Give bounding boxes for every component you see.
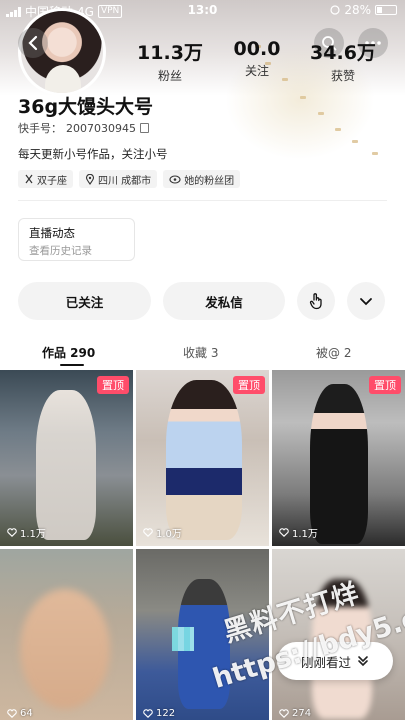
double-chevron-down-icon	[358, 656, 368, 667]
following-count: 00.0	[233, 38, 281, 60]
heart-icon	[7, 528, 17, 537]
tile-likes: 1.1万	[7, 525, 46, 540]
pinned-badge: 置顶	[233, 376, 265, 394]
video-tile[interactable]: 置顶 1.0万	[136, 370, 269, 546]
profile-tabs: 作品 290 收藏 3 被@ 2	[0, 338, 405, 366]
kuaishou-id-label: 快手号：	[18, 122, 62, 135]
kuaishou-id[interactable]: 快手号： 2007030945	[18, 120, 149, 136]
hand-pointer-icon	[309, 293, 322, 310]
sparkle-decoration	[352, 140, 358, 143]
video-tile[interactable]: 64	[0, 549, 133, 720]
profile-tags: 双子座 四川 成都市 她的粉丝团	[18, 170, 241, 188]
fans-group-icon	[169, 174, 181, 184]
sparkle-decoration	[318, 112, 324, 115]
tag-label: 双子座	[37, 175, 67, 187]
stat-following[interactable]: 00.0 关注	[217, 38, 297, 79]
heart-icon	[143, 709, 153, 718]
following-label: 关注	[244, 64, 269, 78]
tag-zodiac: 双子座	[18, 170, 73, 188]
stat-likes[interactable]: 34.6万 获赞	[303, 38, 383, 84]
tag-fans-group[interactable]: 她的粉丝团	[163, 170, 241, 188]
stat-fans[interactable]: 11.3万 粉丝	[130, 38, 210, 84]
video-tile[interactable]: 122	[136, 549, 269, 720]
followed-button[interactable]: 已关注	[18, 282, 151, 320]
chevron-down-icon	[360, 298, 372, 306]
gesture-button[interactable]	[297, 282, 335, 320]
expand-button[interactable]	[347, 282, 385, 320]
tab-tagged[interactable]: 被@ 2	[316, 344, 351, 361]
username: 36g大馒头大号	[18, 96, 154, 118]
tile-likes-count: 1.0万	[156, 529, 182, 540]
live-card-title: 直播动态	[29, 226, 75, 240]
divider	[18, 200, 387, 201]
message-button[interactable]: 发私信	[163, 282, 285, 320]
fans-label: 粉丝	[157, 69, 182, 83]
heart-icon	[7, 709, 17, 718]
heart-icon	[279, 528, 289, 537]
kuaishou-id-value: 2007030945	[66, 121, 136, 135]
tile-likes-count: 64	[20, 708, 33, 719]
tile-likes: 1.1万	[279, 525, 318, 540]
zodiac-icon	[25, 174, 33, 184]
battery-icon	[375, 5, 397, 15]
sparkle-decoration	[300, 96, 306, 99]
video-tile[interactable]: 置顶 1.1万	[0, 370, 133, 546]
sparkle-decoration	[335, 128, 341, 131]
tag-label: 她的粉丝团	[184, 175, 235, 187]
tile-likes: 64	[7, 708, 33, 719]
tile-likes-count: 122	[156, 708, 176, 719]
fans-count: 11.3万	[137, 42, 203, 64]
recently-viewed-label: 刚刚看过	[300, 654, 351, 670]
tile-likes: 1.0万	[143, 525, 182, 540]
tab-works[interactable]: 作品 290	[42, 344, 95, 361]
mosaic-blur	[172, 627, 194, 651]
tag-location: 四川 成都市	[79, 170, 158, 188]
tile-likes-count: 1.1万	[20, 529, 46, 540]
tab-favorites[interactable]: 收藏 3	[183, 344, 218, 361]
bio: 每天更新小号作品，关注小号	[18, 147, 168, 161]
copy-icon[interactable]	[140, 123, 149, 133]
tile-likes-count: 274	[292, 708, 312, 719]
lock-rotation-icon	[330, 5, 340, 15]
pinned-badge: 置顶	[97, 376, 129, 394]
video-thumbnail	[20, 589, 110, 709]
tile-likes-count: 1.1万	[292, 529, 318, 540]
likes-label: 获赞	[330, 69, 355, 83]
video-tile[interactable]: 置顶 1.1万	[272, 370, 405, 546]
tile-likes: 274	[279, 708, 311, 719]
tag-label: 四川 成都市	[98, 175, 152, 187]
video-thumbnail	[36, 390, 96, 540]
battery-percent: 28%	[344, 3, 371, 17]
video-thumbnail	[166, 380, 242, 540]
tab-indicator	[60, 364, 84, 366]
live-history-card[interactable]: 直播动态 查看历史记录	[18, 218, 135, 261]
heart-icon	[279, 709, 289, 718]
video-tile[interactable]: 274	[272, 549, 405, 720]
pinned-badge: 置顶	[369, 376, 401, 394]
likes-count: 34.6万	[310, 42, 376, 64]
location-icon	[85, 173, 95, 185]
heart-icon	[143, 528, 153, 537]
chevron-left-icon	[28, 35, 38, 51]
recently-viewed-button[interactable]: 刚刚看过	[277, 642, 393, 680]
back-button[interactable]	[18, 28, 48, 58]
tile-likes: 122	[143, 708, 175, 719]
video-thumbnail	[310, 384, 368, 544]
sparkle-decoration	[372, 152, 378, 155]
live-card-subtitle: 查看历史记录	[29, 245, 92, 257]
